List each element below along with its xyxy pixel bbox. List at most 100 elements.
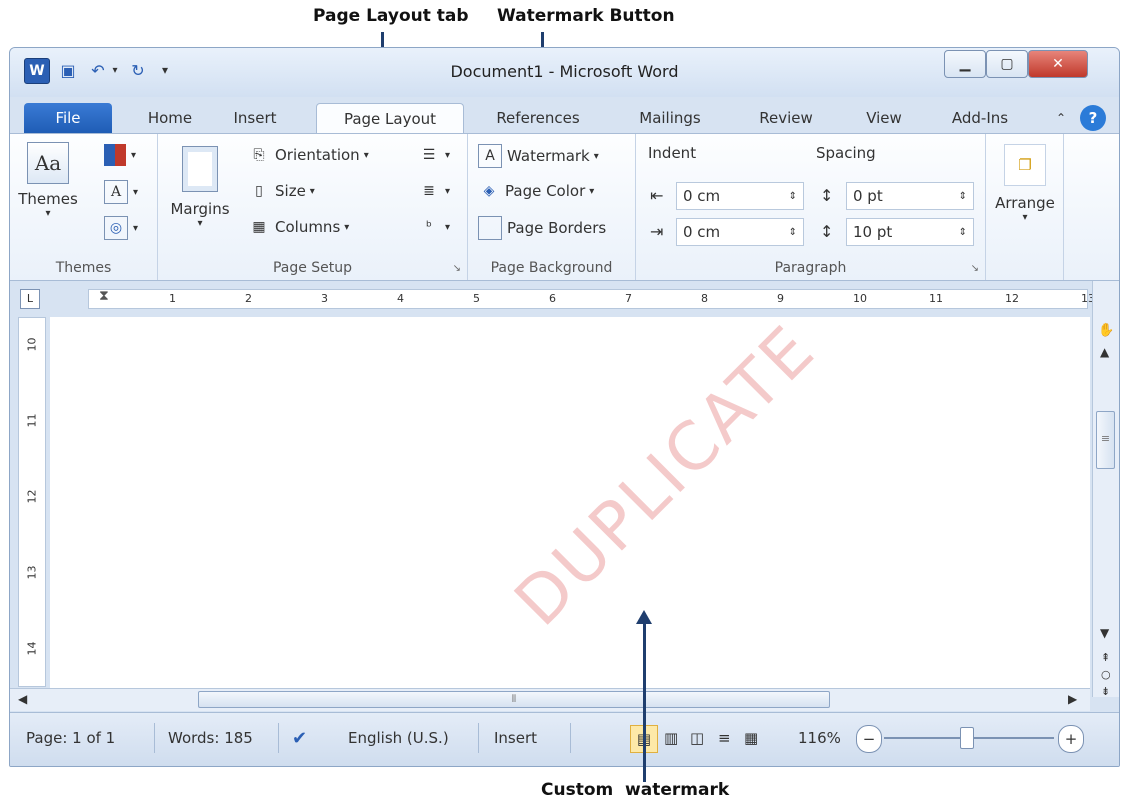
group-label-themes: Themes	[55, 260, 112, 276]
status-page[interactable]: Page: 1 of 1	[26, 725, 115, 751]
tab-page-layout[interactable]: Page Layout	[316, 103, 464, 133]
vertical-scrollbar[interactable]: ✋ ▲ ≡ ▼ ⇞ ○ ⇟	[1092, 281, 1119, 698]
scroll-thumb[interactable]: ≡	[1096, 411, 1115, 469]
spacing-after-icon: ↕	[820, 222, 834, 241]
tab-mailings[interactable]: Mailings	[624, 103, 716, 133]
zoom-level[interactable]: 116%	[798, 725, 841, 751]
group-page-setup: Margins ▾ ⎘ Orientation ▾ ▯ Size ▾ ▦ Columns ▾…	[158, 134, 468, 280]
spacing-before-input[interactable]: 0 pt ⇕	[846, 182, 974, 210]
spinner-icon[interactable]: ⇕	[959, 227, 967, 238]
status-divider	[278, 723, 279, 753]
annotation-watermark-button: Watermark Button	[497, 6, 675, 26]
vertical-ruler[interactable]: 10 11 12 13 14	[18, 317, 46, 687]
breaks-icon: ☰	[422, 147, 436, 163]
size-icon: ▯	[255, 183, 263, 199]
tab-insert[interactable]: Insert	[220, 103, 290, 133]
dialog-launcher-icon[interactable]: ↘	[971, 263, 979, 274]
zoom-slider-thumb[interactable]	[960, 727, 974, 749]
page-borders-button-label: Page Borders	[507, 219, 607, 237]
theme-effects-button[interactable]: ◎ ▾	[104, 216, 138, 240]
tab-references[interactable]: References	[478, 103, 598, 133]
scroll-right-icon[interactable]: ▶	[1068, 692, 1077, 706]
minimize-ribbon-icon[interactable]: ⌃	[1050, 103, 1072, 133]
chevron-down-icon: ▾	[593, 150, 599, 162]
proofing-icon[interactable]: ✔	[292, 725, 307, 751]
scroll-down-icon[interactable]: ▼	[1100, 626, 1109, 640]
tab-selector-button[interactable]: L	[20, 289, 40, 309]
theme-fonts-button[interactable]: A ▾	[104, 180, 138, 204]
zoom-in-icon[interactable]: +	[1058, 725, 1084, 753]
page-borders-button[interactable]: Page Borders	[478, 216, 606, 240]
breaks-button[interactable]: ☰ ▾	[418, 144, 450, 166]
arrange-button-label: Arrange	[995, 194, 1055, 212]
size-button[interactable]: ▯ Size ▾	[248, 180, 315, 202]
chevron-down-icon: ▾	[445, 149, 451, 161]
status-divider	[570, 723, 571, 753]
select-browse-object-icon[interactable]: ○	[1101, 668, 1111, 681]
line-numbers-button[interactable]: ≣ ▾	[418, 180, 450, 202]
theme-colors-button[interactable]: ▾	[104, 144, 136, 166]
page-color-button[interactable]: ◈ Page Color ▾	[478, 180, 595, 202]
chevron-down-icon: ▾	[133, 186, 139, 198]
pan-icon[interactable]: ✋	[1098, 323, 1114, 338]
watermark-button[interactable]: A Watermark ▾	[478, 144, 599, 168]
outline-view-icon[interactable]: ≡	[718, 725, 731, 751]
scroll-up-icon[interactable]: ▲	[1100, 345, 1109, 359]
chevron-down-icon: ▾	[445, 185, 451, 197]
chevron-down-icon: ▾	[589, 185, 595, 197]
dialog-launcher-icon[interactable]: ↘	[453, 263, 461, 274]
tab-view[interactable]: View	[854, 103, 914, 133]
theme-colors-icon	[104, 144, 126, 166]
indent-marker-icon[interactable]: ⧗	[99, 288, 109, 304]
columns-button[interactable]: ▦ Columns ▾	[248, 216, 349, 238]
previous-page-icon[interactable]: ⇞	[1101, 651, 1110, 664]
margins-button[interactable]: Margins ▾	[170, 146, 230, 229]
status-mode[interactable]: Insert	[494, 725, 537, 751]
tab-home[interactable]: Home	[132, 103, 208, 133]
draft-view-icon[interactable]: ▦	[744, 725, 758, 751]
columns-icon: ▦	[252, 219, 266, 235]
ruler-mark-label: 10	[853, 292, 867, 305]
group-page-background: A Watermark ▾ ◈ Page Color ▾ Page Borders Pa…	[468, 134, 636, 280]
scroll-left-icon[interactable]: ◀	[18, 692, 27, 706]
status-language[interactable]: English (U.S.)	[348, 725, 449, 751]
maximize-button[interactable]: ▢	[986, 50, 1028, 78]
spinner-icon[interactable]: ⇕	[959, 191, 967, 202]
status-bar: Page: 1 of 1 Words: 185 ✔ English (U.S.)…	[10, 712, 1119, 766]
arrow-to-custom-watermark-head	[636, 610, 652, 624]
web-layout-view-icon[interactable]: ◫	[690, 725, 704, 751]
status-words[interactable]: Words: 185	[168, 725, 253, 751]
ruler-mark-label: 7	[625, 292, 632, 305]
indent-heading: Indent	[648, 144, 697, 162]
tab-file[interactable]: File	[24, 103, 112, 133]
minimize-button[interactable]: ▁	[944, 50, 986, 78]
ruler-mark-label: 10	[25, 337, 39, 352]
next-page-icon[interactable]: ⇟	[1101, 685, 1110, 698]
spinner-icon[interactable]: ⇕	[789, 227, 797, 238]
tab-review[interactable]: Review	[744, 103, 828, 133]
full-screen-reading-view-icon[interactable]: ▥	[664, 725, 678, 751]
themes-button[interactable]: Aa Themes ▾	[18, 142, 78, 232]
arrange-button[interactable]: ❐ Arrange ▾	[994, 144, 1056, 223]
hyphenation-button[interactable]: ᵇ ▾	[418, 216, 450, 238]
zoom-out-icon[interactable]: −	[856, 725, 882, 753]
chevron-down-icon: ▾	[45, 208, 51, 219]
indent-left-value: 0 cm	[683, 187, 721, 205]
group-arrange: ❐ Arrange ▾	[986, 134, 1064, 280]
spacing-after-value: 10 pt	[853, 223, 893, 241]
document-page[interactable]: DUPLICATE	[50, 310, 1090, 688]
orientation-button[interactable]: ⎘ Orientation ▾	[248, 144, 368, 166]
help-icon[interactable]: ?	[1080, 105, 1106, 131]
orientation-icon: ⎘	[253, 147, 265, 163]
indent-left-input[interactable]: 0 cm ⇕	[676, 182, 804, 210]
horizontal-ruler[interactable]: ⧗ 1 2 3 4 5 6 7 8 9 10 11 12 13	[88, 288, 1095, 309]
ruler-mark-label: 2	[245, 292, 252, 305]
indent-right-input[interactable]: 0 cm ⇕	[676, 218, 804, 246]
spinner-icon[interactable]: ⇕	[789, 191, 797, 202]
spacing-after-input[interactable]: 10 pt ⇕	[846, 218, 974, 246]
spacing-before-value: 0 pt	[853, 187, 883, 205]
horizontal-scroll-thumb[interactable]: ⦀	[198, 691, 830, 708]
horizontal-scrollbar[interactable]: ◀ ⦀ ▶	[10, 688, 1090, 711]
tab-add-ins[interactable]: Add-Ins	[942, 103, 1018, 133]
close-button[interactable]: ✕	[1028, 50, 1088, 78]
